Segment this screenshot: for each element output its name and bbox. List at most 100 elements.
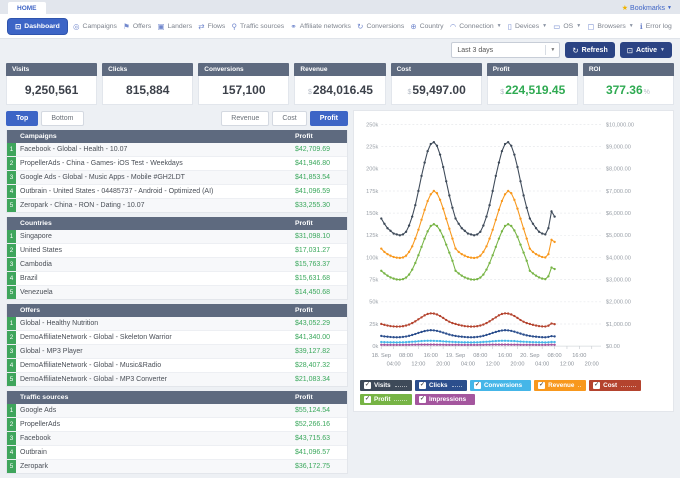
table-row[interactable]: 3Google Ads - Global - Music Apps - Mobi… (7, 171, 347, 185)
legend-item-clicks[interactable]: ✓Clicks (415, 380, 467, 391)
checkbox-checked-icon[interactable]: ✓ (474, 382, 481, 389)
row-name: Global - Healthy Nutrition (16, 317, 295, 330)
legend-leader (452, 385, 462, 387)
svg-text:12:00: 12:00 (486, 362, 500, 368)
home-tab[interactable]: HOME (8, 2, 46, 14)
nav-item-os[interactable]: ▭OS▼ (553, 22, 581, 31)
legend-item-profit[interactable]: ✓Profit (360, 394, 412, 405)
refresh-icon: ↻ (572, 46, 578, 55)
table-row[interactable]: 2PropellerAds - China - Games- iOS Test … (7, 157, 347, 171)
dashboard-monitor-icon: ⊡ (15, 22, 21, 31)
legend-item-impressions[interactable]: ✓Impressions (415, 394, 475, 405)
nav-item-connection[interactable]: ◠Connection▼ (450, 22, 502, 31)
checkbox-checked-icon[interactable]: ✓ (364, 396, 371, 403)
nav-item-landers[interactable]: ▣Landers (157, 22, 192, 31)
row-profit: $41,096.57 (295, 446, 347, 459)
nav-item-conversions[interactable]: ↻Conversions (357, 22, 404, 31)
svg-text:12:00: 12:00 (411, 362, 425, 368)
stat-value: 284,016.45 (313, 83, 373, 97)
checkbox-checked-icon[interactable]: ✓ (419, 396, 426, 403)
nav-item-dashboard[interactable]: ⊡Dashboard (8, 19, 67, 34)
stat-card-label: Clicks (102, 63, 193, 76)
nav-item-devices[interactable]: ▯Devices▼ (508, 22, 547, 31)
cost-button[interactable]: Cost (272, 111, 306, 126)
checkbox-checked-icon[interactable]: ✓ (364, 382, 371, 389)
legend-item-revenue[interactable]: ✓Revenue (534, 380, 586, 391)
table-row[interactable]: 3Global - MP3 Player$39,127.82 (7, 345, 347, 359)
table-row[interactable]: 1Google Ads$55,124.54 (7, 404, 347, 418)
table-row[interactable]: 4Outbrain$41,096.57 (7, 446, 347, 460)
svg-text:20:00: 20:00 (585, 362, 599, 368)
row-profit: $41,853.54 (295, 171, 347, 184)
nav-item-label: Campaigns (83, 23, 117, 30)
table-row[interactable]: 4DemoAffiliateNetwork - Global - Music&R… (7, 359, 347, 373)
rank-badge: 3 (7, 432, 16, 445)
profit-button[interactable]: Profit (310, 111, 348, 126)
nav-item-label: Browsers (597, 23, 625, 30)
row-name: DemoAffiliateNetwork - Global - MP3 Conv… (16, 373, 295, 386)
nav-item-country[interactable]: ⊕Country (410, 22, 443, 31)
checkbox-checked-icon[interactable]: ✓ (593, 382, 600, 389)
row-profit: $15,631.68 (295, 272, 347, 285)
table-row[interactable]: 4Brazil$15,631.68 (7, 272, 347, 286)
row-name: Google Ads - Global - Music Apps - Mobil… (16, 171, 295, 184)
table-row[interactable]: 5Venezuela$14,450.68 (7, 286, 347, 299)
active-filter-button[interactable]: ⊡ Active ▼ (620, 42, 672, 58)
legend-item-visits[interactable]: ✓Visits (360, 380, 412, 391)
svg-text:$2,000.00: $2,000.00 (606, 300, 631, 306)
table-row[interactable]: 3Facebook$43,715.63 (7, 432, 347, 446)
chevron-down-icon: ▼ (545, 45, 559, 55)
table-row[interactable]: 3Cambodia$15,763.37 (7, 258, 347, 272)
list-controls: TopBottom RevenueCost Profit (6, 111, 348, 126)
legend-leader (621, 385, 636, 387)
table-row[interactable]: 2PropellerAds$52,266.16 (7, 418, 347, 432)
stat-card-label: Profit (487, 63, 578, 76)
legend-item-cost[interactable]: ✓Cost (589, 380, 641, 391)
browser-window-icon: ▢ (587, 22, 594, 31)
svg-text:04:00: 04:00 (461, 362, 475, 368)
section-offers: OffersProfit1Global - Healthy Nutrition$… (6, 304, 348, 387)
row-profit: $14,450.68 (295, 286, 347, 299)
row-profit: $28,407.32 (295, 359, 347, 372)
nav-item-browsers[interactable]: ▢Browsers▼ (587, 22, 633, 31)
refresh-button[interactable]: ↻ Refresh (565, 42, 614, 58)
svg-text:100k: 100k (366, 255, 378, 261)
legend-label: Cost (603, 382, 617, 389)
legend-item-conversions[interactable]: ✓Conversions (470, 380, 531, 391)
top-button[interactable]: Top (6, 111, 38, 126)
svg-text:75k: 75k (369, 278, 378, 284)
checkbox-checked-icon[interactable]: ✓ (538, 382, 545, 389)
section-value-header: Profit (295, 307, 347, 314)
monitor-icon: ⊡ (627, 46, 633, 55)
revenue-button[interactable]: Revenue (221, 111, 269, 126)
table-row[interactable]: 2DemoAffiliateNetwork - Global - Skeleto… (7, 331, 347, 345)
table-row[interactable]: 2United States$17,031.27 (7, 244, 347, 258)
svg-text:$6,000.00: $6,000.00 (606, 211, 631, 217)
bookmarks-menu[interactable]: ★ Bookmarks ▼ (622, 4, 672, 14)
nav-item-flows[interactable]: ⇄Flows (198, 22, 225, 31)
checkbox-checked-icon[interactable]: ✓ (419, 382, 426, 389)
nav-item-label: Error log (646, 23, 672, 30)
nav-item-traffic-sources[interactable]: ⚲Traffic sources (232, 22, 285, 31)
table-row[interactable]: 5Zeropark$36,172.75 (7, 460, 347, 473)
nav-item-error-log[interactable]: ℹError log (640, 22, 672, 31)
table-row[interactable]: 4Outbrain - United States - 04485737 - A… (7, 185, 347, 199)
rank-badge: 4 (7, 446, 16, 459)
table-row[interactable]: 1Singapore$31,098.10 (7, 230, 347, 244)
rank-badge: 4 (7, 359, 16, 372)
table-row[interactable]: 1Global - Healthy Nutrition$43,052.29 (7, 317, 347, 331)
bottom-button[interactable]: Bottom (41, 111, 83, 126)
nav-item-affiliate-networks[interactable]: ⚭Affiliate networks (290, 22, 351, 31)
table-row[interactable]: 5Zeropark - China - RON - Dating - 10.07… (7, 199, 347, 212)
table-row[interactable]: 5DemoAffiliateNetwork - Global - MP3 Con… (7, 373, 347, 386)
svg-text:225k: 225k (366, 145, 378, 151)
stat-card-visits: Visits9,250,561 (6, 63, 97, 105)
main-nav: ⊡Dashboard ◎Campaigns ⚑Offers ▣Landers ⇄Flow… (0, 14, 680, 39)
nav-item-campaigns[interactable]: ◎Campaigns (73, 22, 117, 31)
nav-item-label: Offers (133, 23, 151, 30)
date-range-select[interactable]: Last 3 days ▼ (451, 42, 560, 58)
table-row[interactable]: 1Facebook - Global - Health - 10.07$42,7… (7, 143, 347, 157)
network-icon: ⚭ (290, 22, 296, 31)
nav-item-offers[interactable]: ⚑Offers (123, 22, 151, 31)
stat-value: 815,884 (126, 83, 169, 97)
